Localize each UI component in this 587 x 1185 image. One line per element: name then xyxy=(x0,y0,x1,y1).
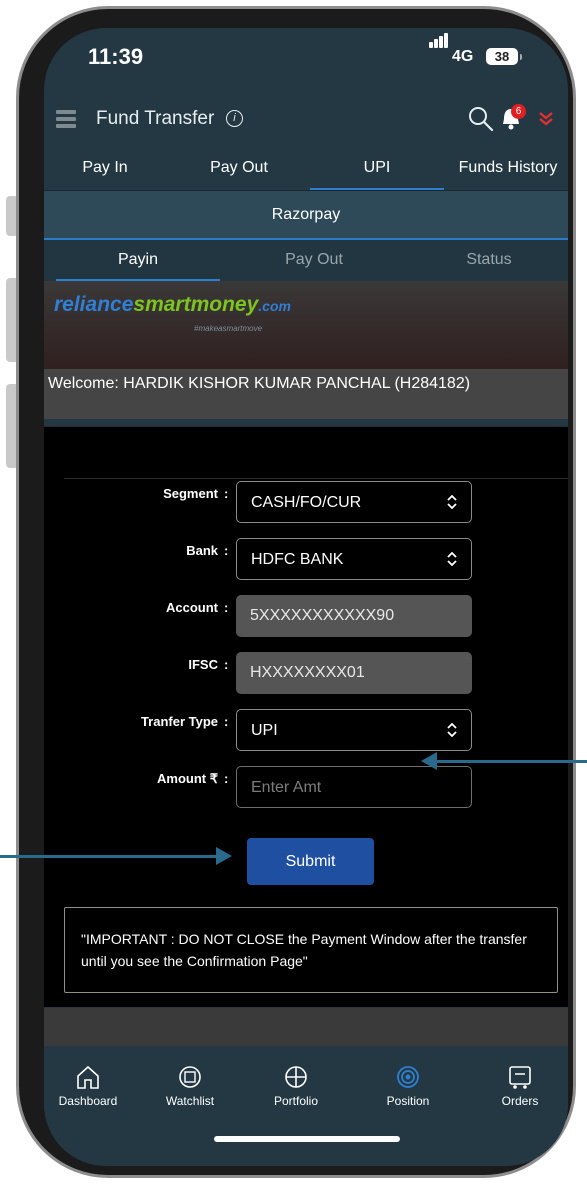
top-tabs: Pay In Pay Out UPI Funds History xyxy=(44,148,568,191)
segment-value: CASH/FO/CUR xyxy=(251,494,362,511)
info-icon[interactable]: i xyxy=(226,110,243,127)
tab-pay-out[interactable]: Pay Out xyxy=(174,148,304,190)
brand-tagline: #makeasmartmove xyxy=(194,324,263,333)
nav-dashboard-label: Dashboard xyxy=(58,1094,118,1108)
nav-position[interactable]: Position xyxy=(368,1064,448,1108)
brand-part-3: .com xyxy=(258,298,291,314)
segment-colon: : xyxy=(224,486,229,501)
status-bar: 11:39 4G 38 xyxy=(44,28,568,92)
tab-pay-in[interactable]: Pay In xyxy=(44,148,166,190)
orders-icon xyxy=(509,1066,531,1089)
bank-colon: : xyxy=(224,543,229,558)
row-divider xyxy=(64,478,568,479)
tab-upi-underline xyxy=(310,188,444,190)
brand-logo: reliancesmartmoney.com xyxy=(54,293,291,317)
select-arrows-icon xyxy=(447,495,457,509)
ifsc-field[interactable]: HXXXXXXXX01 xyxy=(236,652,472,694)
bank-label: Bank xyxy=(186,543,218,558)
nav-watchlist[interactable]: Watchlist xyxy=(150,1064,230,1108)
segment-label: Segment xyxy=(163,486,218,501)
amount-input[interactable]: Enter Amt xyxy=(236,766,472,808)
annotation-arrow-amount xyxy=(436,760,587,763)
subtab-status[interactable]: Status xyxy=(414,240,564,281)
important-notice: "IMPORTANT : DO NOT CLOSE the Payment Wi… xyxy=(64,907,558,993)
sub-tabs: Payin Pay Out Status xyxy=(44,240,568,281)
annotation-arrowhead-submit xyxy=(216,847,232,865)
subtab-payin[interactable]: Payin xyxy=(56,240,220,281)
nav-orders-label: Orders xyxy=(501,1094,539,1108)
fund-transfer-form: Segment : CASH/FO/CUR Bank : HDFC BANK A… xyxy=(44,426,568,1007)
hamburger-menu-icon[interactable] xyxy=(56,110,76,128)
watchlist-icon xyxy=(179,1066,201,1088)
home-indicator xyxy=(214,1136,400,1142)
segment-select[interactable]: CASH/FO/CUR xyxy=(236,481,472,523)
battery-tip xyxy=(520,54,522,60)
battery-icon: 38 xyxy=(486,48,518,65)
search-icon[interactable] xyxy=(468,106,494,132)
transfer-type-label: Tranfer Type xyxy=(140,714,218,729)
transfer-type-select[interactable]: UPI xyxy=(236,709,472,751)
brand-banner: reliancesmartmoney.com #makeasmartmove xyxy=(44,281,568,369)
content-footer xyxy=(44,1008,568,1046)
portfolio-icon xyxy=(285,1066,307,1088)
double-chevron-down-icon[interactable] xyxy=(538,110,554,128)
select-arrows-icon xyxy=(447,552,457,566)
annotation-arrowhead-amount xyxy=(421,752,437,770)
transfer-type-colon: : xyxy=(224,714,229,729)
tab-funds-history[interactable]: Funds History xyxy=(448,148,568,190)
ifsc-colon: : xyxy=(224,657,229,672)
subtab-pay-out[interactable]: Pay Out xyxy=(234,240,394,281)
amount-colon: : xyxy=(224,771,229,786)
gateway-bar[interactable]: Razorpay xyxy=(44,191,568,240)
app-header: Fund Transfer i 6 xyxy=(44,98,568,148)
phone-screen: 11:39 4G 38 Fund Transfer i 6 Pay In Pay… xyxy=(44,28,568,1166)
amount-label: Amount ₹ xyxy=(157,771,218,786)
nav-watchlist-label: Watchlist xyxy=(165,1094,215,1108)
account-colon: : xyxy=(224,600,229,615)
bottom-navigation: Dashboard Watchlist Portfolio Position O… xyxy=(44,1046,568,1166)
ifsc-label: IFSC xyxy=(188,657,218,672)
welcome-message: Welcome: HARDIK KISHOR KUMAR PANCHAL (H2… xyxy=(44,369,568,419)
nav-portfolio-label: Portfolio xyxy=(273,1094,319,1108)
position-icon xyxy=(397,1066,419,1088)
page-title: Fund Transfer xyxy=(96,108,215,129)
transfer-type-value: UPI xyxy=(251,722,278,739)
account-field[interactable]: 5XXXXXXXXXXX90 xyxy=(236,595,472,637)
bank-select[interactable]: HDFC BANK xyxy=(236,538,472,580)
select-arrows-icon xyxy=(447,723,457,737)
annotation-arrow-submit xyxy=(0,855,218,858)
bank-value: HDFC BANK xyxy=(251,551,344,568)
nav-portfolio[interactable]: Portfolio xyxy=(256,1064,336,1108)
network-type: 4G xyxy=(452,48,474,65)
submit-button[interactable]: Submit xyxy=(247,838,374,885)
nav-dashboard[interactable]: Dashboard xyxy=(48,1064,128,1108)
home-icon xyxy=(77,1065,99,1089)
account-label: Account xyxy=(166,600,218,615)
brand-part-1: reliance xyxy=(54,293,134,316)
nav-position-label: Position xyxy=(386,1094,430,1108)
status-time: 11:39 xyxy=(88,44,144,69)
brand-part-2: smartmoney xyxy=(133,293,259,316)
notification-badge: 6 xyxy=(511,104,526,119)
tab-upi[interactable]: UPI xyxy=(310,148,444,190)
nav-orders[interactable]: Orders xyxy=(480,1064,560,1108)
